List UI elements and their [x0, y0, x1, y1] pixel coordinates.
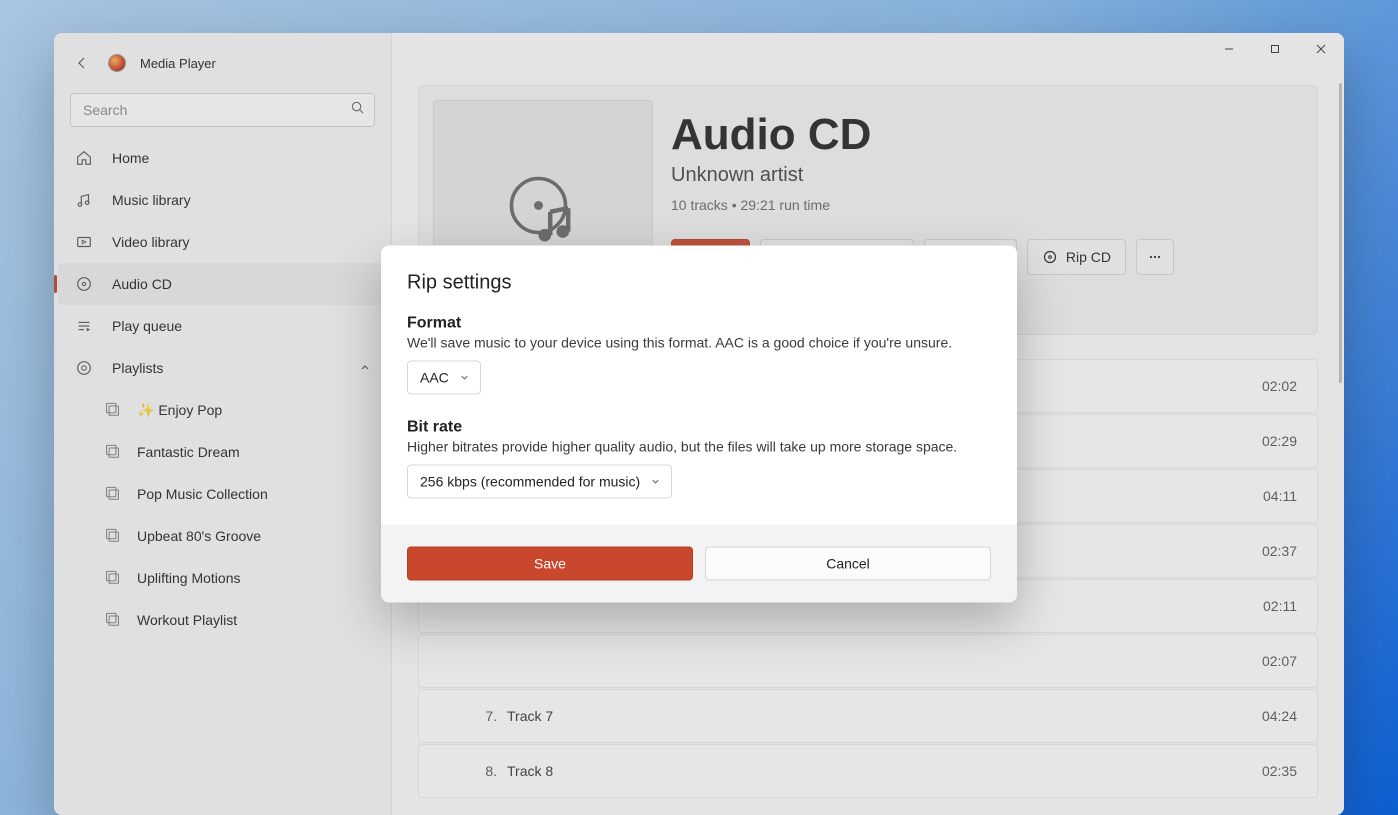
save-button[interactable]: Save — [407, 547, 693, 581]
chevron-down-icon — [650, 474, 661, 490]
format-help: We'll save music to your device using th… — [407, 335, 991, 351]
dialog-title: Rip settings — [407, 272, 991, 295]
format-label: Format — [407, 315, 991, 333]
format-dropdown[interactable]: AAC — [407, 361, 481, 395]
cancel-button[interactable]: Cancel — [705, 547, 991, 581]
format-field: Format We'll save music to your device u… — [407, 315, 991, 395]
bitrate-label: Bit rate — [407, 419, 991, 437]
dialog-footer: Save Cancel — [381, 525, 1017, 603]
bitrate-help: Higher bitrates provide higher quality a… — [407, 439, 991, 455]
bitrate-field: Bit rate Higher bitrates provide higher … — [407, 419, 991, 499]
dropdown-value: 256 kbps (recommended for music) — [420, 474, 640, 490]
chevron-down-icon — [459, 370, 470, 386]
rip-settings-dialog: Rip settings Format We'll save music to … — [381, 246, 1017, 603]
app-window: Media Player Home Music library Video l — [54, 33, 1344, 815]
bitrate-dropdown[interactable]: 256 kbps (recommended for music) — [407, 465, 672, 499]
button-label: Cancel — [826, 556, 870, 572]
dropdown-value: AAC — [420, 370, 449, 386]
button-label: Save — [534, 556, 566, 572]
